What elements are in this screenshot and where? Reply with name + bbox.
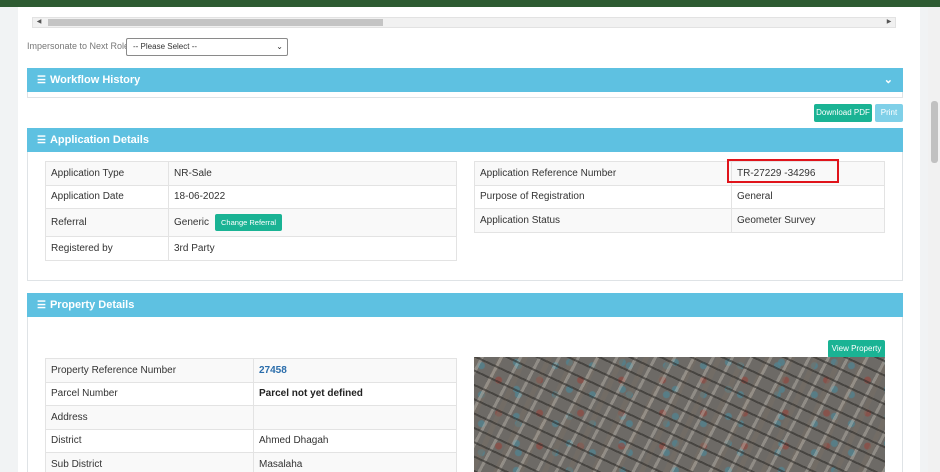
application-details-header[interactable]: ☰ Application Details bbox=[27, 128, 903, 152]
row-label: District bbox=[45, 428, 254, 453]
row-value: NR-Sale bbox=[168, 161, 457, 186]
workflow-history-header[interactable]: ☰ Workflow History ⌄ bbox=[27, 68, 903, 92]
row-value: Masalaha bbox=[253, 452, 457, 472]
property-details-header[interactable]: ☰ Property Details bbox=[27, 293, 903, 317]
row-value: Geometer Survey bbox=[731, 208, 885, 233]
row-label: Application Type bbox=[45, 161, 169, 186]
list-icon: ☰ bbox=[37, 75, 46, 86]
application-left-table: Application Type NR-Sale Application Dat… bbox=[45, 161, 457, 261]
row-value: 3rd Party bbox=[168, 236, 457, 261]
row-label: Application Reference Number bbox=[474, 161, 732, 186]
row-label: Property Reference Number bbox=[45, 358, 254, 383]
row-label: Purpose of Registration bbox=[474, 184, 732, 209]
scroll-left-icon[interactable]: ◀ bbox=[34, 18, 44, 27]
table-row: Application Date 18-06-2022 bbox=[45, 184, 457, 209]
row-label: Registered by bbox=[45, 236, 169, 261]
table-row: Application Status Geometer Survey bbox=[474, 208, 885, 233]
table-row: Parcel Number Parcel not yet defined bbox=[45, 381, 457, 406]
page-scrollbar[interactable] bbox=[928, 7, 940, 472]
property-table: Property Reference Number 27458 Parcel N… bbox=[45, 358, 457, 472]
row-label: Address bbox=[45, 405, 254, 430]
scrollbar-thumb[interactable] bbox=[48, 19, 383, 26]
table-row: Purpose of Registration General bbox=[474, 184, 885, 209]
row-value: 18-06-2022 bbox=[168, 184, 457, 209]
impersonate-label: Impersonate to Next Role bbox=[27, 41, 130, 51]
impersonate-select[interactable]: -- Please Select -- ⌄ bbox=[126, 38, 288, 56]
property-details-title: Property Details bbox=[49, 299, 135, 311]
top-bar bbox=[0, 0, 940, 7]
workflow-history-title: Workflow History bbox=[49, 74, 141, 86]
table-row: District Ahmed Dhagah bbox=[45, 428, 457, 453]
scroll-right-icon[interactable]: ▶ bbox=[884, 18, 894, 27]
download-pdf-button[interactable]: Download PDF bbox=[814, 104, 872, 122]
application-details-title: Application Details bbox=[49, 134, 149, 146]
row-label: Referral bbox=[45, 208, 169, 237]
property-map-image[interactable] bbox=[474, 357, 885, 472]
referral-value: Generic bbox=[174, 217, 210, 229]
referral-cell: Generic Change Referral bbox=[168, 208, 457, 237]
list-icon: ☰ bbox=[37, 135, 46, 146]
change-referral-button[interactable]: Change Referral bbox=[215, 214, 283, 231]
chevron-down-icon[interactable]: ⌄ bbox=[884, 68, 893, 92]
table-row: Sub District Masalaha bbox=[45, 452, 457, 472]
horizontal-scrollbar[interactable]: ◀ ▶ bbox=[32, 17, 896, 28]
table-row: Address bbox=[45, 405, 457, 430]
property-reference-value[interactable]: 27458 bbox=[259, 365, 287, 376]
row-label: Parcel Number bbox=[45, 381, 254, 406]
parcel-number-value: Parcel not yet defined bbox=[253, 381, 457, 406]
row-label: Application Date bbox=[45, 184, 169, 209]
row-value: Ahmed Dhagah bbox=[253, 428, 457, 453]
row-label: Application Status bbox=[474, 208, 732, 233]
row-label: Sub District bbox=[45, 452, 254, 472]
list-icon: ☰ bbox=[37, 300, 46, 311]
table-row: Referral Generic Change Referral bbox=[45, 208, 457, 237]
highlight-box bbox=[727, 159, 839, 183]
impersonate-selected: -- Please Select -- bbox=[133, 42, 198, 51]
row-value bbox=[253, 405, 457, 430]
row-value: General bbox=[731, 184, 885, 209]
parcel-number-text: Parcel not yet defined bbox=[259, 388, 363, 400]
table-row: Application Type NR-Sale bbox=[45, 161, 457, 186]
property-reference-link[interactable]: 27458 bbox=[253, 358, 457, 383]
table-row: Property Reference Number 27458 bbox=[45, 358, 457, 383]
page-scrollbar-thumb[interactable] bbox=[931, 101, 938, 163]
main-content: ◀ ▶ Impersonate to Next Role -- Please S… bbox=[18, 7, 920, 472]
chevron-down-icon: ⌄ bbox=[276, 42, 283, 51]
workflow-history-body bbox=[27, 92, 903, 98]
print-button[interactable]: Print bbox=[875, 104, 903, 122]
table-row: Registered by 3rd Party bbox=[45, 236, 457, 261]
view-property-button[interactable]: View Property bbox=[828, 340, 885, 358]
